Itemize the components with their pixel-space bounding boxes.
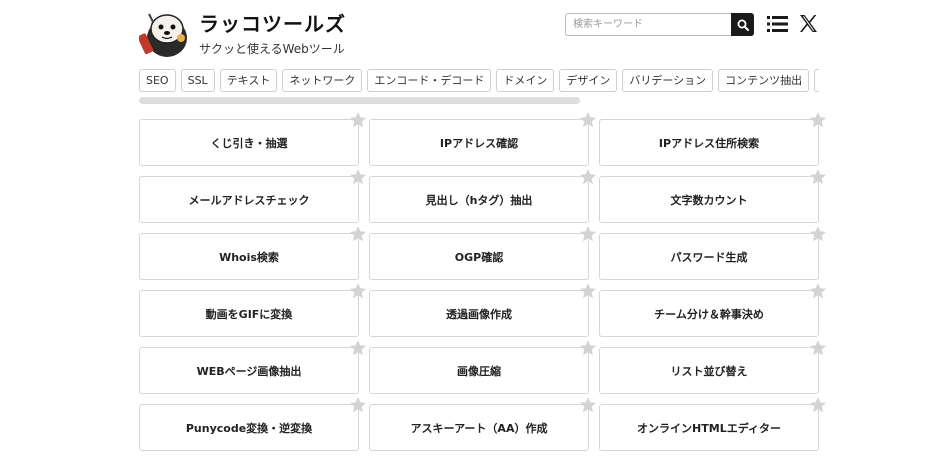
tool-card[interactable]: メールアドレスチェック bbox=[139, 169, 367, 223]
tool-card-label: OGP確認 bbox=[454, 250, 504, 264]
category-tab[interactable]: ネットワーク bbox=[282, 69, 363, 92]
tool-card-label: 文字数カウント bbox=[670, 193, 748, 207]
favorite-star-icon[interactable] bbox=[579, 282, 597, 300]
tool-card-label: 画像圧縮 bbox=[457, 364, 501, 378]
tool-card[interactable]: リスト並び替え bbox=[599, 340, 827, 394]
tool-card-label: Whois検索 bbox=[219, 250, 279, 264]
tool-card[interactable]: 見出し（hタグ）抽出 bbox=[369, 169, 597, 223]
favorite-star-icon[interactable] bbox=[809, 168, 827, 186]
tool-card[interactable]: 透過画像作成 bbox=[369, 283, 597, 337]
tool-card-label: オンラインHTMLエディター bbox=[637, 421, 781, 435]
favorite-star-icon[interactable] bbox=[349, 111, 367, 129]
tool-card[interactable]: 画像圧縮 bbox=[369, 340, 597, 394]
favorite-star-icon[interactable] bbox=[349, 225, 367, 243]
tool-card[interactable]: Punycode変換・逆変換 bbox=[139, 397, 367, 451]
category-tab[interactable]: テキスト bbox=[219, 69, 278, 92]
tool-card[interactable]: 文字数カウント bbox=[599, 169, 827, 223]
tool-card-label: チーム分け＆幹事決め bbox=[654, 307, 764, 321]
favorite-star-icon[interactable] bbox=[809, 282, 827, 300]
tool-card-label: くじ引き・抽選 bbox=[210, 136, 288, 150]
favorite-star-icon[interactable] bbox=[579, 339, 597, 357]
category-tab[interactable]: バリデーション bbox=[622, 69, 714, 92]
tool-card[interactable]: オンラインHTMLエディター bbox=[599, 397, 827, 451]
category-tab[interactable]: ドメイン bbox=[496, 69, 555, 92]
favorite-star-icon[interactable] bbox=[809, 111, 827, 129]
tool-card-label: 動画をGIFに変換 bbox=[205, 307, 293, 321]
category-tab[interactable]: エンコード・デコード bbox=[367, 69, 492, 92]
tool-card[interactable]: IPアドレス住所検索 bbox=[599, 112, 827, 166]
favorite-star-icon[interactable] bbox=[579, 225, 597, 243]
tool-card-label: WEBページ画像抽出 bbox=[196, 364, 302, 378]
tool-card-label: リスト並び替え bbox=[670, 364, 748, 378]
tool-card[interactable]: アスキーアート（AA）作成 bbox=[369, 397, 597, 451]
tool-card-label: 透過画像作成 bbox=[446, 307, 512, 321]
tool-card[interactable]: チーム分け＆幹事決め bbox=[599, 283, 827, 337]
tool-card-label: パスワード生成 bbox=[670, 250, 748, 264]
category-tab[interactable]: コンテンツ抽出 bbox=[718, 69, 810, 92]
search-button[interactable] bbox=[731, 13, 754, 36]
favorite-star-icon[interactable] bbox=[349, 396, 367, 414]
category-scrollbar[interactable] bbox=[139, 97, 580, 104]
tool-card-label: Punycode変換・逆変換 bbox=[185, 421, 313, 435]
favorite-star-icon[interactable] bbox=[349, 282, 367, 300]
favorite-star-icon[interactable] bbox=[579, 168, 597, 186]
tool-card[interactable]: くじ引き・抽選 bbox=[139, 112, 367, 166]
list-menu-icon[interactable] bbox=[767, 14, 788, 34]
category-tab[interactable]: IP bbox=[814, 69, 819, 92]
search-input[interactable] bbox=[565, 13, 731, 36]
search-form bbox=[565, 13, 754, 36]
category-tab[interactable]: SSL bbox=[180, 69, 215, 92]
rakko-mascot-icon bbox=[139, 13, 187, 57]
favorite-star-icon[interactable] bbox=[579, 111, 597, 129]
category-tab[interactable]: SEO bbox=[139, 69, 176, 92]
favorite-star-icon[interactable] bbox=[349, 168, 367, 186]
category-tabs: SEO SSL テキスト ネットワーク エンコード・デコード ドメイン デザイン バリデーショ… bbox=[139, 69, 819, 92]
tool-card[interactable]: Whois検索 bbox=[139, 226, 367, 280]
site-title[interactable]: ラッコツールズ bbox=[199, 10, 346, 38]
tool-card[interactable]: パスワード生成 bbox=[599, 226, 827, 280]
favorite-star-icon[interactable] bbox=[809, 225, 827, 243]
tool-card[interactable]: IPアドレス確認 bbox=[369, 112, 597, 166]
tool-card-label: IPアドレス確認 bbox=[439, 136, 519, 150]
favorite-star-icon[interactable] bbox=[809, 339, 827, 357]
search-icon bbox=[737, 19, 749, 31]
favorite-star-icon[interactable] bbox=[579, 396, 597, 414]
favorite-star-icon[interactable] bbox=[349, 339, 367, 357]
tool-card[interactable]: 動画をGIFに変換 bbox=[139, 283, 367, 337]
site-tagline: サクッと使えるWebツール bbox=[199, 42, 345, 56]
x-logo-icon[interactable] bbox=[799, 14, 818, 33]
tool-card-label: アスキーアート（AA）作成 bbox=[410, 421, 548, 435]
tool-card-label: 見出し（hタグ）抽出 bbox=[425, 193, 533, 207]
tool-card-label: メールアドレスチェック bbox=[188, 193, 310, 207]
tool-card[interactable]: OGP確認 bbox=[369, 226, 597, 280]
tool-card-label: IPアドレス住所検索 bbox=[658, 136, 760, 150]
site-logo[interactable]: ラッコツールズ サクッと使えるWebツール bbox=[139, 8, 346, 58]
tool-card[interactable]: WEBページ画像抽出 bbox=[139, 340, 367, 394]
category-tab[interactable]: デザイン bbox=[559, 69, 618, 92]
favorite-star-icon[interactable] bbox=[809, 396, 827, 414]
